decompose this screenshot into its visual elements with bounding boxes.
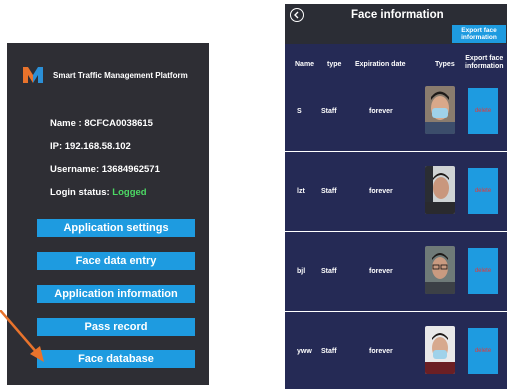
face-photo — [425, 246, 455, 294]
row-3-type: Staff — [321, 268, 337, 275]
column-header-export-line2: information — [465, 63, 504, 70]
row-4-name: yww — [297, 348, 312, 355]
login-status-label: Login status: — [50, 187, 113, 198]
face-photo — [425, 86, 455, 134]
column-header-types: Types — [435, 61, 455, 68]
column-header-expiration: Expiration date — [355, 61, 406, 68]
m-logo-icon — [23, 67, 43, 83]
row-3-name: bjl — [297, 268, 306, 275]
page-title: Face information — [351, 9, 444, 21]
face-data-entry-button[interactable]: Face data entry — [37, 252, 195, 270]
row-4-type: Staff — [321, 348, 337, 355]
arrow-icon — [0, 310, 44, 362]
row-3-expiration: forever — [369, 268, 393, 275]
export-face-information-button[interactable]: Export face information — [452, 25, 506, 43]
column-header-type: type — [327, 61, 342, 68]
back-circle-icon[interactable] — [290, 8, 304, 22]
row-1-name: S — [297, 108, 302, 115]
device-username: Username: 13684962571 — [50, 164, 160, 175]
face-photo — [425, 326, 455, 374]
row-2-expiration: forever — [369, 188, 393, 195]
delete-button[interactable]: delete — [468, 328, 498, 374]
login-status-value: Logged — [112, 187, 147, 198]
delete-button[interactable]: delete — [468, 88, 498, 134]
column-header-name: Name — [295, 61, 315, 68]
device-ip: IP: 192.168.58.102 — [50, 141, 131, 152]
delete-button[interactable]: delete — [468, 248, 498, 294]
row-4-expiration: forever — [369, 348, 393, 355]
login-status: Login status: Logged — [50, 187, 147, 198]
row-divider — [285, 231, 507, 232]
column-header-export-line1: Export face — [465, 55, 504, 62]
face-database-button[interactable]: Face database — [37, 350, 195, 368]
row-1-type: Staff — [321, 108, 337, 115]
delete-button[interactable]: delete — [468, 168, 498, 214]
app-title: Smart Traffic Management Platform — [53, 70, 188, 80]
device-name: Name : 8CFCA0038615 — [50, 118, 153, 129]
face-photo — [425, 166, 455, 214]
column-header-export: Export face information — [465, 55, 504, 71]
face-information-screen: Face information Export face information… — [285, 4, 507, 389]
row-1-expiration: forever — [369, 108, 393, 115]
row-divider — [285, 311, 507, 312]
application-settings-button[interactable]: Application settings — [37, 219, 195, 237]
row-2-type: Staff — [321, 188, 337, 195]
row-2-name: lzt — [297, 188, 305, 195]
app-header: Smart Traffic Management Platform — [23, 67, 188, 83]
application-information-button[interactable]: Application information — [37, 285, 195, 303]
row-divider — [285, 151, 507, 152]
pass-record-button[interactable]: Pass record — [37, 318, 195, 336]
export-button-line2: information — [461, 34, 497, 41]
export-button-line1: Export face — [461, 26, 497, 34]
